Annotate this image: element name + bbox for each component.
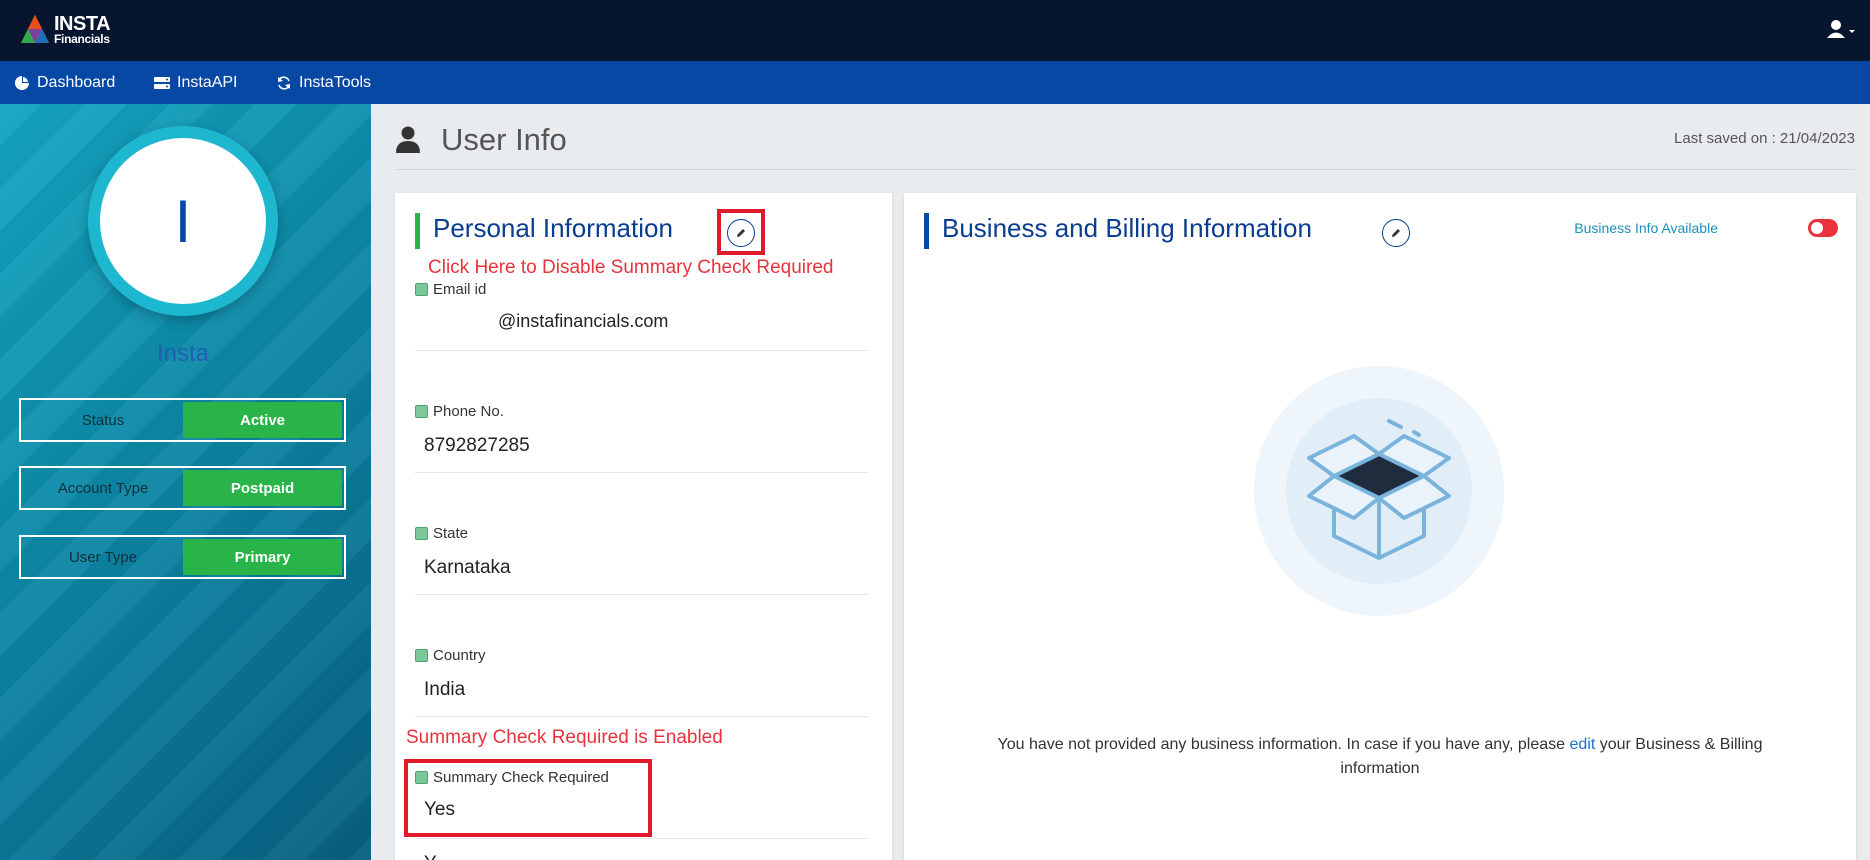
field-email-label: Email id <box>415 281 486 298</box>
empty-message-text: You have not provided any business infor… <box>997 736 1566 753</box>
pencil-icon <box>737 229 745 237</box>
brand-line2: Financials <box>54 32 110 46</box>
status-label: Status <box>81 411 125 429</box>
phone-label-text: Phone No. <box>433 403 504 420</box>
brand-logo[interactable]: INSTA Financials <box>20 13 120 46</box>
field-email: Email id @instafinancials.com <box>415 281 868 351</box>
field-marker-icon <box>415 649 428 662</box>
top-bar: INSTA Financials <box>0 0 1870 61</box>
highlight-box-summary <box>404 759 652 837</box>
country-value: India <box>424 679 466 700</box>
avatar-initial: I <box>174 187 192 255</box>
personal-info-card: Personal Information Click Here to Disab… <box>395 193 892 860</box>
field-marker-icon <box>415 283 428 296</box>
last-saved-text: Last saved on : 21/04/2023 <box>1674 130 1855 147</box>
logo-triangle-icon <box>21 15 49 43</box>
nav-bar: Dashboard InstaAPI InstaTools <box>0 61 1870 104</box>
status-badge: Active <box>183 402 342 438</box>
user-type-row: User Type Primary <box>19 535 346 579</box>
page-title: User Info <box>441 122 567 157</box>
nav-instaapi[interactable]: InstaAPI <box>154 61 237 104</box>
account-type-badge: Postpaid <box>183 470 342 506</box>
business-info-card: Business and Billing Information Busines… <box>904 193 1856 860</box>
business-info-toggle[interactable] <box>1808 219 1838 237</box>
page-header: User Info Last saved on : 21/04/2023 <box>395 118 1855 170</box>
pencil-icon <box>1392 229 1400 237</box>
profile-sidebar: I Insta Status Active Account Type Postp… <box>0 104 371 860</box>
phone-value: 8792827285 <box>424 435 530 456</box>
account-type-row: Account Type Postpaid <box>19 466 346 510</box>
user-icon <box>396 126 420 153</box>
field-phone-label: Phone No. <box>415 403 504 420</box>
edit-business-link[interactable]: edit <box>1569 736 1595 753</box>
user-type-badge: Primary <box>183 539 342 575</box>
empty-business-message: You have not provided any business infor… <box>994 733 1766 781</box>
email-label-text: Email id <box>433 281 487 298</box>
field-marker-icon <box>415 527 428 540</box>
field-marker-icon <box>415 405 428 418</box>
state-label-text: State <box>433 525 469 542</box>
user-name: Insta <box>156 340 210 367</box>
nav-instaapi-label: InstaAPI <box>177 73 238 91</box>
country-label-text: Country <box>433 647 486 664</box>
status-row: Status Active <box>19 398 346 442</box>
title-accent-bar <box>415 213 420 249</box>
business-toggle-label: Business Info Available <box>1574 220 1718 236</box>
empty-box-icon <box>1254 366 1504 616</box>
field-country-label: Country <box>415 647 486 664</box>
state-value: Karnataka <box>424 557 511 578</box>
field-phone: Phone No. 8792827285 <box>415 403 868 473</box>
nav-dashboard[interactable]: Dashboard <box>14 61 115 104</box>
account-type-label: Account Type <box>57 479 149 497</box>
pie-chart-icon <box>15 75 29 90</box>
avatar-inner: I <box>100 138 266 304</box>
annotation-enabled-note: Summary Check Required is Enabled <box>406 727 723 748</box>
next-field-partial: Y <box>424 853 437 860</box>
business-info-title: Business and Billing Information <box>942 213 1312 243</box>
user-type-label: User Type <box>68 548 138 566</box>
email-value: @instafinancials.com <box>498 311 669 331</box>
avatar: I <box>88 126 278 316</box>
title-accent-bar <box>924 213 929 249</box>
annotation-disable-hint: Click Here to Disable Summary Check Requ… <box>428 257 834 278</box>
edit-personal-button[interactable] <box>727 219 755 247</box>
user-menu[interactable] <box>1826 18 1856 42</box>
field-country: Country India <box>415 647 868 717</box>
nav-instatools[interactable]: InstaTools <box>276 61 371 104</box>
field-state: State Karnataka <box>415 525 868 595</box>
nav-dashboard-label: Dashboard <box>37 73 116 91</box>
refresh-icon <box>278 75 290 90</box>
field-state-label: State <box>415 525 468 542</box>
user-dropdown-icon <box>1827 20 1855 38</box>
edit-business-button[interactable] <box>1382 219 1410 247</box>
server-icon <box>154 76 170 89</box>
nav-instatools-label: InstaTools <box>299 73 372 91</box>
personal-info-title: Personal Information <box>433 213 673 243</box>
